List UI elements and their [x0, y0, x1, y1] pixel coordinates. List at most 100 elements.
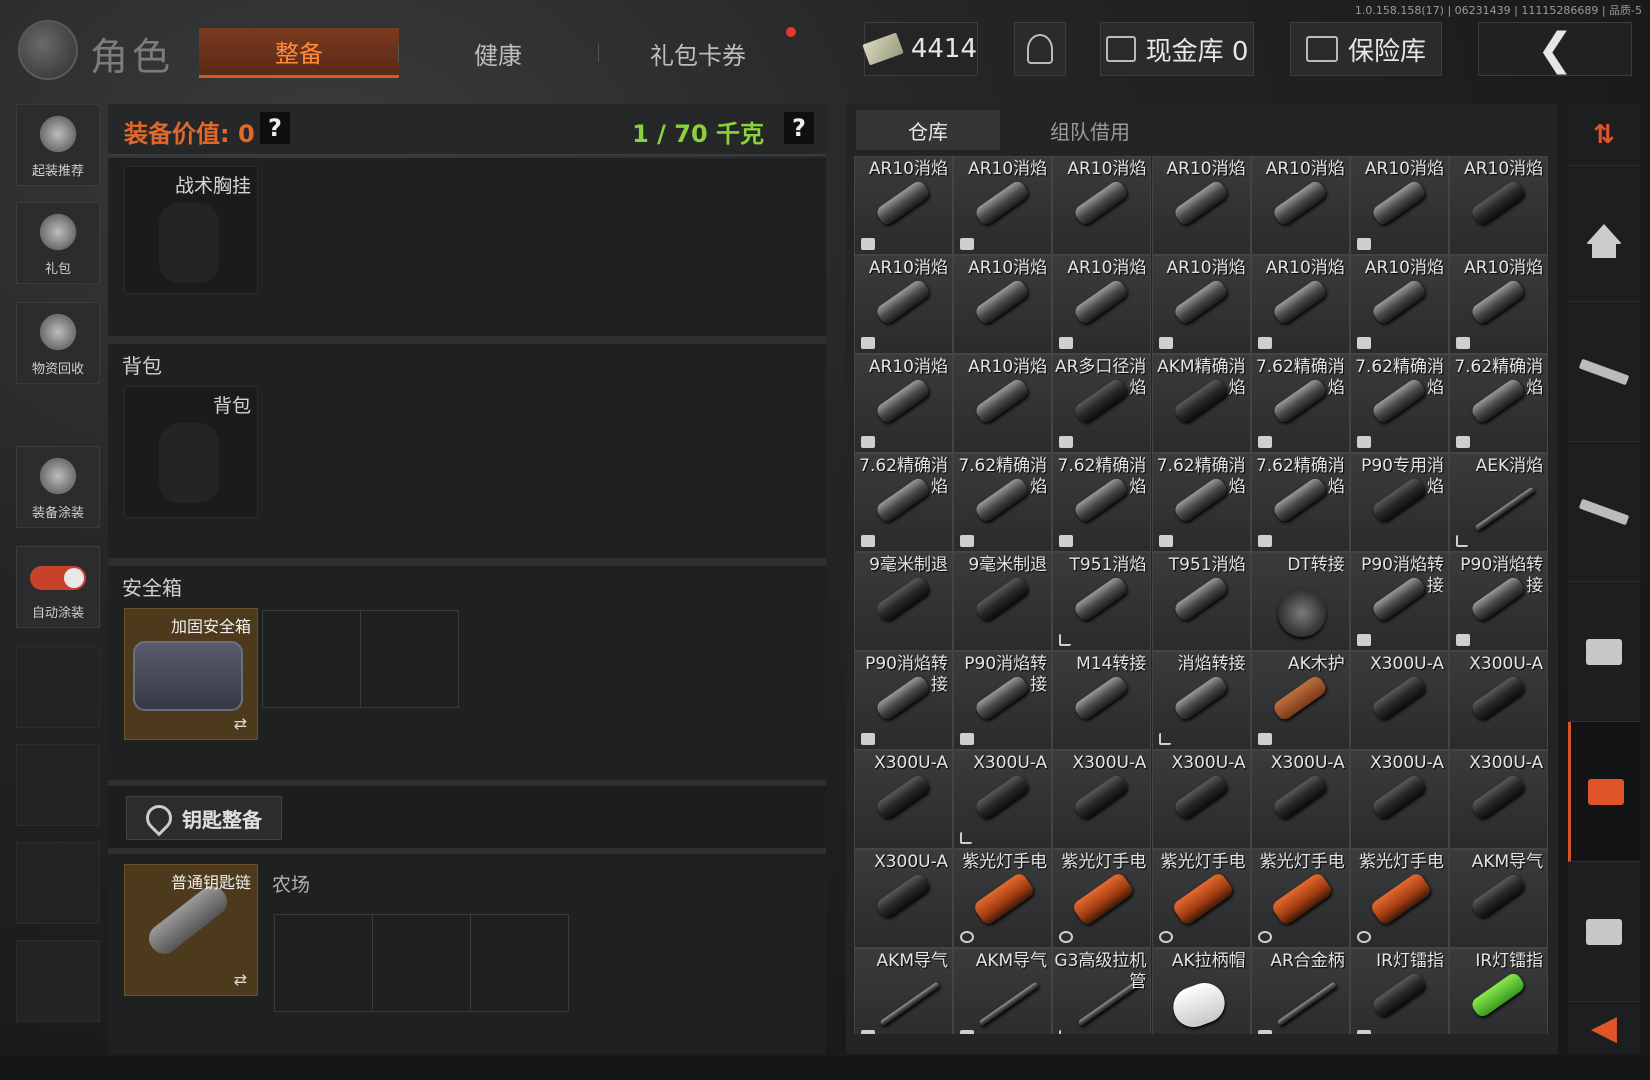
inventory-item[interactable]: AR10消焰 — [1250, 255, 1350, 354]
inventory-item[interactable]: 紫光灯手电 — [1052, 849, 1152, 948]
operator-button[interactable] — [1014, 22, 1066, 76]
inventory-item[interactable]: G3高级拉机管 — [1052, 948, 1152, 1034]
sidebar-auto-paint[interactable]: 自动涂装 — [16, 546, 100, 628]
inventory-item[interactable]: T951消焰 — [1052, 552, 1152, 651]
inventory-item[interactable]: AR10消焰 — [1350, 156, 1449, 255]
tab-health[interactable]: 健康 — [398, 28, 598, 78]
tab-equip[interactable]: 整备 — [199, 28, 399, 78]
tab-warehouse[interactable]: 仓库 — [856, 110, 1000, 150]
inventory-item[interactable]: AR10消焰 — [1151, 156, 1251, 255]
inventory-item[interactable]: 7.62精确消焰 — [1052, 453, 1152, 552]
keychain-slot[interactable]: 普通钥匙链 ⇄ — [124, 864, 258, 996]
backpack-slot[interactable]: 背包 — [124, 386, 258, 518]
inventory-item[interactable]: P90消焰转接 — [1350, 552, 1449, 651]
safe-box-cell[interactable] — [360, 610, 459, 708]
tab-gift-coupons[interactable]: 礼包卡券 — [598, 28, 798, 78]
back-button[interactable]: ❮ — [1478, 22, 1632, 76]
inventory-item[interactable]: 紫光灯手电 — [1350, 849, 1449, 948]
cash-vault-button[interactable]: 现金库 0 — [1100, 22, 1254, 76]
inventory-item[interactable]: 7.62精确消焰 — [1250, 354, 1350, 453]
inventory-item[interactable]: AR合金柄 — [1250, 948, 1350, 1034]
home-button[interactable] — [1568, 166, 1640, 302]
inventory-item[interactable]: AR多口径消焰 — [1052, 354, 1152, 453]
inventory-item[interactable]: AR10消焰 — [953, 354, 1053, 453]
storage-box-alt-button[interactable] — [1568, 862, 1640, 1002]
inventory-item[interactable]: P90专用消焰 — [1350, 453, 1449, 552]
inventory-item[interactable]: AR10消焰 — [1151, 255, 1251, 354]
inventory-item[interactable]: AR10消焰 — [854, 354, 953, 453]
inventory-item[interactable]: X300U-A — [1052, 750, 1152, 849]
sidebar-recycle[interactable]: 物资回收 — [16, 302, 100, 384]
inventory-item[interactable]: X300U-A — [1151, 750, 1251, 849]
inventory-item[interactable]: X300U-A — [953, 750, 1053, 849]
inventory-item[interactable]: T951消焰 — [1151, 552, 1251, 651]
inventory-item[interactable]: AR10消焰 — [1250, 156, 1350, 255]
rifle-alt-filter-button[interactable] — [1568, 442, 1640, 582]
rifle-filter-button[interactable] — [1568, 302, 1640, 442]
inventory-item[interactable]: AK木护 — [1250, 651, 1350, 750]
inventory-item[interactable]: AR10消焰 — [953, 156, 1053, 255]
inventory-item[interactable]: IR灯镭指 — [1350, 948, 1449, 1034]
swap-icon[interactable]: ⇄ — [234, 970, 247, 989]
sidebar-loadout-recommend[interactable]: 起装推荐 — [16, 104, 100, 186]
inventory-item[interactable]: 7.62精确消焰 — [1350, 354, 1449, 453]
inventory-item[interactable]: P90消焰转接 — [1449, 552, 1548, 651]
inventory-item[interactable]: 7.62精确消焰 — [1151, 453, 1251, 552]
value-help-button[interactable]: ? — [260, 112, 290, 144]
inventory-item[interactable]: X300U-A — [854, 849, 953, 948]
safe-box-cell[interactable] — [262, 610, 361, 708]
weight-help-button[interactable]: ? — [784, 112, 814, 144]
inventory-item[interactable]: AKM导气 — [854, 948, 953, 1034]
inventory-item[interactable]: AR10消焰 — [1052, 156, 1152, 255]
inventory-item[interactable]: M14转接 — [1052, 651, 1152, 750]
storage-box-active-button[interactable] — [1568, 722, 1640, 862]
toggle-icon[interactable] — [30, 566, 86, 590]
inventory-item[interactable]: 9毫米制退 — [854, 552, 953, 651]
inventory-item[interactable]: AR10消焰 — [1449, 156, 1548, 255]
inventory-item[interactable]: 7.62精确消焰 — [854, 453, 953, 552]
storage-box-button[interactable] — [1568, 582, 1640, 722]
inventory-item[interactable]: DT转接 — [1250, 552, 1350, 651]
safe-box-slot[interactable]: 加固安全箱 ⇄ — [124, 608, 258, 740]
key-equip-button[interactable]: 钥匙整备 — [126, 796, 282, 840]
swap-icon[interactable]: ⇄ — [234, 714, 247, 733]
sidebar-equip-paint[interactable]: 装备涂装 — [16, 446, 100, 528]
inventory-item[interactable]: AR10消焰 — [1350, 255, 1449, 354]
tab-team-borrow[interactable]: 组队借用 — [1010, 110, 1170, 150]
collapse-button[interactable]: ◀ — [1568, 1002, 1640, 1054]
inventory-item[interactable]: P90消焰转接 — [854, 651, 953, 750]
inventory-item[interactable]: X300U-A — [1250, 750, 1350, 849]
inventory-item[interactable]: 7.62精确消焰 — [1250, 453, 1350, 552]
inventory-item[interactable]: AKM精确消焰 — [1151, 354, 1251, 453]
key-cell[interactable] — [470, 914, 569, 1012]
inventory-item[interactable]: X300U-A — [1449, 750, 1548, 849]
inventory-item[interactable]: 紫光灯手电 — [953, 849, 1053, 948]
inventory-item[interactable]: AEK消焰 — [1449, 453, 1548, 552]
inventory-item[interactable]: 紫光灯手电 — [1250, 849, 1350, 948]
inventory-item[interactable]: AKM导气 — [953, 948, 1053, 1034]
inventory-item[interactable]: AR10消焰 — [953, 255, 1053, 354]
inventory-item[interactable]: AR10消焰 — [854, 156, 953, 255]
inventory-item[interactable]: 7.62精确消焰 — [1449, 354, 1548, 453]
chest-rig-slot[interactable]: 战术胸挂 — [124, 166, 258, 294]
inventory-item[interactable]: IR灯镭指 — [1449, 948, 1548, 1034]
inventory-item[interactable]: 9毫米制退 — [953, 552, 1053, 651]
inventory-item[interactable]: AR10消焰 — [854, 255, 953, 354]
inventory-item[interactable]: P90消焰转接 — [953, 651, 1053, 750]
inventory-item[interactable]: AK拉柄帽 — [1151, 948, 1251, 1034]
inventory-item[interactable]: X300U-A — [1350, 651, 1449, 750]
key-cell[interactable] — [274, 914, 373, 1012]
key-cell[interactable] — [372, 914, 471, 1012]
inventory-item[interactable]: AR10消焰 — [1449, 255, 1548, 354]
inventory-item[interactable]: 紫光灯手电 — [1151, 849, 1251, 948]
inventory-item[interactable]: X300U-A — [1449, 651, 1548, 750]
inventory-item[interactable]: 7.62精确消焰 — [953, 453, 1053, 552]
safe-button[interactable]: 保险库 — [1290, 22, 1442, 76]
sidebar-gift[interactable]: 礼包 — [16, 202, 100, 284]
inventory-item[interactable]: AKM导气 — [1449, 849, 1548, 948]
currency-display[interactable]: 4414 — [862, 22, 978, 76]
inventory-item[interactable]: X300U-A — [854, 750, 953, 849]
sort-button[interactable]: ⇅ — [1568, 104, 1640, 166]
inventory-item[interactable]: X300U-A — [1350, 750, 1449, 849]
inventory-item[interactable]: AR10消焰 — [1052, 255, 1152, 354]
